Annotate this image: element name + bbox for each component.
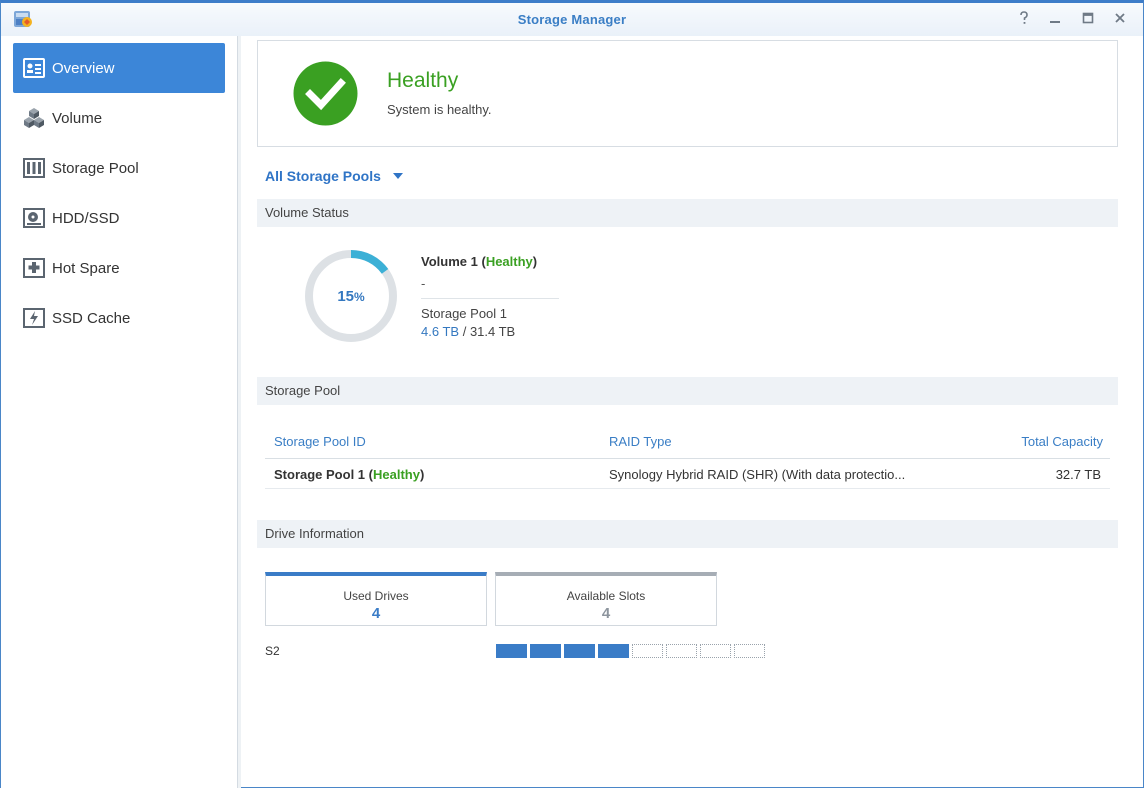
ssd-cache-icon <box>23 307 45 329</box>
hot-spare-icon <box>23 257 45 279</box>
sidebar-item-label: Volume <box>52 109 103 127</box>
chevron-down-icon <box>392 173 403 179</box>
window-title: Storage Manager <box>517 12 627 27</box>
main-content: Healthy System is healthy. All Storage P… <box>257 36 1118 788</box>
help-button[interactable] <box>1016 10 1032 26</box>
column-header-total-capacity[interactable]: Total Capacity <box>1021 434 1103 449</box>
pool-status-badge: Healthy <box>373 467 420 482</box>
title-bar: Storage Manager <box>1 3 1143 36</box>
available-slots-count: 4 <box>601 605 611 622</box>
close-button[interactable] <box>1112 10 1128 26</box>
table-row-divider <box>265 488 1110 489</box>
drive-slot-empty[interactable] <box>734 644 765 658</box>
volume-description: - <box>421 276 426 291</box>
health-summary: Healthy System is healthy. <box>257 40 1118 147</box>
maximize-button[interactable] <box>1080 10 1096 26</box>
overview-icon <box>23 57 45 79</box>
volume-pool-name: Storage Pool 1 <box>421 306 508 321</box>
column-header-raid-type[interactable]: RAID Type <box>609 434 672 449</box>
sidebar-item-overview[interactable]: Overview <box>13 43 225 93</box>
storage-pool-table: Storage Pool ID RAID Type Total Capacity… <box>265 426 1110 490</box>
storage-manager-window: Storage Manager Overview Volume Storage … <box>0 0 1144 788</box>
sidebar-item-label: SSD Cache <box>52 309 131 327</box>
drive-slot-used[interactable] <box>598 644 629 658</box>
volume-status-badge: Healthy <box>485 254 533 269</box>
sidebar-item-storage-pool[interactable]: Storage Pool <box>13 143 225 193</box>
volume-capacity: 4.6 TB / 31.4 TB <box>421 324 516 339</box>
volume-usage-percent: 15% <box>337 288 365 305</box>
hdd-icon <box>23 207 45 229</box>
sidebar-item-hot-spare[interactable]: Hot Spare <box>13 243 225 293</box>
filter-label: All Storage Pools <box>265 168 381 184</box>
sidebar-item-hdd-ssd[interactable]: HDD/SSD <box>13 193 225 243</box>
column-header-pool-id[interactable]: Storage Pool ID <box>274 434 366 449</box>
health-subtitle: System is healthy. <box>387 102 492 117</box>
drive-slot-map <box>496 644 768 658</box>
table-header-divider <box>265 458 1110 459</box>
storage-pool-filter-dropdown[interactable]: All Storage Pools <box>265 168 403 184</box>
used-drives-label: Used Drives <box>343 589 409 603</box>
volume-divider <box>421 298 559 299</box>
sidebar-item-volume[interactable]: Volume <box>13 93 225 143</box>
pool-id-cell: Storage Pool 1 (Healthy) <box>274 467 425 482</box>
healthy-check-icon <box>293 61 358 126</box>
volume-used: 4.6 TB <box>421 324 460 339</box>
drive-slot-used[interactable] <box>530 644 561 658</box>
slot-group-label: S2 <box>265 644 280 658</box>
used-drives-card[interactable]: Used Drives 4 <box>265 572 487 626</box>
volume-icon <box>23 107 45 129</box>
storage-pool-header: Storage Pool <box>257 377 1118 405</box>
sidebar: Overview Volume Storage Pool HDD/SSD Hot… <box>1 36 241 788</box>
sidebar-item-ssd-cache[interactable]: SSD Cache <box>13 293 225 343</box>
drive-slot-used[interactable] <box>564 644 595 658</box>
volume-name[interactable]: Volume 1 (Healthy) <box>421 254 537 269</box>
help-icon <box>1020 11 1028 24</box>
sidebar-item-label: Storage Pool <box>52 159 139 177</box>
close-icon <box>1115 13 1125 23</box>
sidebar-item-label: Hot Spare <box>52 259 120 277</box>
drive-slot-empty[interactable] <box>632 644 663 658</box>
drive-information-header: Drive Information <box>257 520 1118 548</box>
raid-type-cell: Synology Hybrid RAID (SHR) (With data pr… <box>609 467 906 482</box>
health-title: Healthy <box>387 69 459 92</box>
drive-slot-empty[interactable] <box>666 644 697 658</box>
sidebar-item-label: Overview <box>52 59 115 77</box>
total-capacity-cell: 32.7 TB <box>1055 467 1101 482</box>
used-drives-count: 4 <box>371 605 381 622</box>
drive-slot-empty[interactable] <box>700 644 731 658</box>
storage-pool-icon <box>23 157 45 179</box>
volume-total: 31.4 TB <box>469 324 516 339</box>
drive-slot-used[interactable] <box>496 644 527 658</box>
minimize-icon <box>1050 21 1060 23</box>
available-slots-label: Available Slots <box>566 589 646 603</box>
volume-status-header: Volume Status <box>257 199 1118 227</box>
sidebar-item-label: HDD/SSD <box>52 209 120 227</box>
maximize-icon <box>1082 12 1094 24</box>
minimize-button[interactable] <box>1047 10 1063 26</box>
available-slots-card[interactable]: Available Slots 4 <box>495 572 717 626</box>
